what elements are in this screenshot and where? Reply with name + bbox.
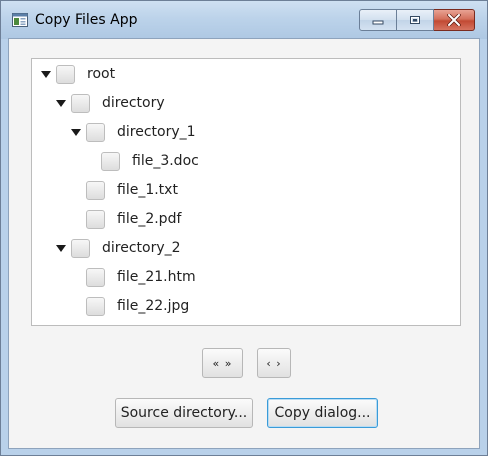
window-controls [359,9,477,31]
tree-node-file-2-pdf[interactable]: file_2.pdf [71,208,181,230]
tree-node-checkbox[interactable] [86,180,105,200]
expand-arrow-icon[interactable] [56,99,66,107]
tree-node-label: root [87,66,116,82]
tree-node-directory-1[interactable]: directory_1 [71,121,196,143]
close-button[interactable] [434,9,475,31]
tree-node-file-1-txt[interactable]: file_1.txt [71,179,178,201]
tree-node-checkbox[interactable] [56,64,75,84]
title-bar[interactable]: Copy Files App [1,1,487,39]
tree-node-file-22-jpg[interactable]: file_22.jpg [71,295,189,317]
tree-node-label: file_1.txt [117,182,178,198]
tree-node-checkbox[interactable] [71,93,90,113]
tree-node-checkbox[interactable] [86,267,105,287]
maximize-button[interactable] [397,9,434,31]
tree-node-checkbox[interactable] [86,296,105,316]
client-area: root directory directory_1 file_3.doc fi… [8,38,480,449]
tree-node-label: file_22.jpg [117,298,190,314]
window-title: Copy Files App [35,12,138,28]
tree-node-root[interactable]: root [41,63,115,85]
tree-node-label: directory_1 [117,124,196,140]
tree-node-directory-2[interactable]: directory_2 [56,237,181,259]
tree-node-label: file_2.pdf [117,211,182,227]
app-window: Copy Files App root directory directory_… [0,0,488,456]
tree-node-checkbox[interactable] [86,209,105,229]
tree-node-file-3-doc[interactable]: file_3.doc [86,150,199,172]
app-window-icon [12,13,28,27]
expand-arrow-icon[interactable] [71,128,81,136]
expand-arrow-icon[interactable] [41,70,51,78]
maximize-icon [410,16,420,24]
tree-node-checkbox[interactable] [86,122,105,142]
expand-arrow-icon[interactable] [56,244,66,252]
close-icon [447,14,461,26]
tree-node-checkbox[interactable] [101,151,120,171]
copy-dialog-button[interactable]: Copy dialog... [267,398,378,428]
minimize-icon [372,20,384,25]
tree-node-label: directory [102,95,165,111]
tree-node-label: file_21.htm [117,269,196,285]
tree-node-label: directory_2 [102,240,181,256]
tree-node-label: file_3.doc [132,153,199,169]
tree-node-file-21-htm[interactable]: file_21.htm [71,266,196,288]
tree-node-checkbox[interactable] [71,238,90,258]
minimize-button[interactable] [359,9,397,31]
expand-collapse-button[interactable]: ‹ › [257,348,291,378]
expand-collapse-all-button[interactable]: « » [202,348,243,378]
source-directory-button[interactable]: Source directory... [115,398,253,428]
file-tree[interactable]: root directory directory_1 file_3.doc fi… [31,58,461,326]
tree-node-directory[interactable]: directory [56,92,165,114]
